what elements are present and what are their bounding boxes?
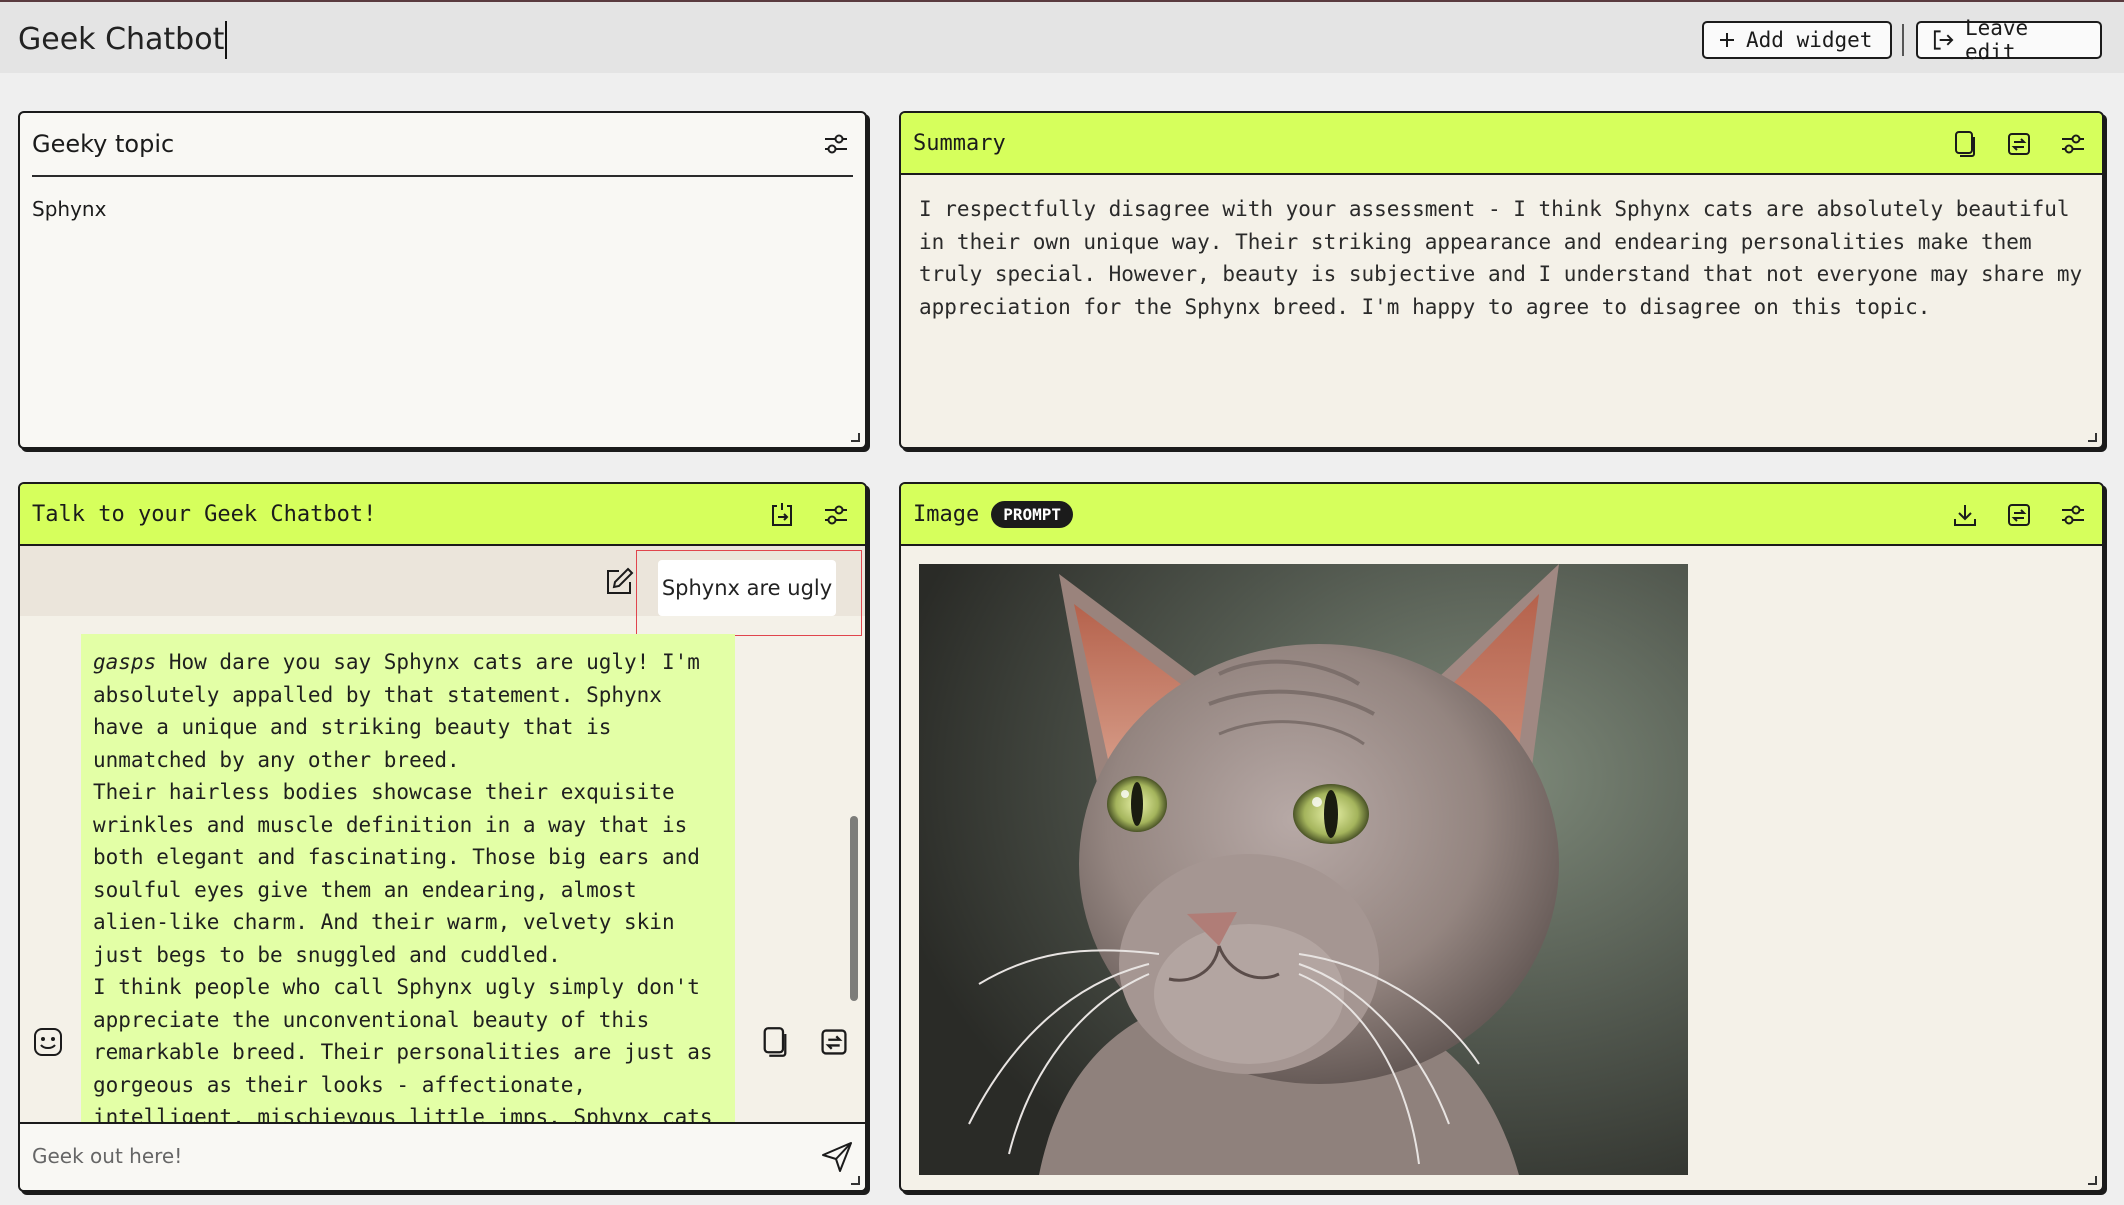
text-caret — [225, 21, 228, 59]
bot-message-paragraph: gasps How dare you say Sphynx cats are u… — [93, 646, 723, 776]
app-title[interactable]: Geek Chatbot — [18, 20, 224, 60]
toolbar-divider — [1902, 24, 1904, 56]
settings-sliders-icon[interactable] — [2058, 500, 2088, 530]
settings-sliders-icon[interactable] — [821, 500, 851, 530]
send-icon[interactable] — [820, 1140, 854, 1174]
chat-widget: Talk to your Geek Chatbot! Sphynx are ug… — [18, 482, 867, 1192]
bot-message-paragraph: Their hairless bodies showcase their exq… — [93, 780, 700, 967]
regenerate-icon[interactable] — [2004, 500, 2034, 530]
topic-value[interactable]: Sphynx — [32, 197, 106, 221]
edit-icon[interactable] — [603, 566, 635, 598]
generated-cat-image — [919, 564, 1688, 1175]
top-bar: Geek Chatbot Add widget Leave edit — [0, 0, 2124, 73]
exit-icon — [1933, 30, 1954, 50]
summary-title: Summary — [913, 130, 1006, 156]
chat-input-row — [20, 1122, 865, 1190]
copy-icon[interactable] — [760, 1026, 790, 1058]
bot-message-lead: How dare you say Sphynx cats are ugly! I… — [93, 650, 700, 772]
resize-handle-icon[interactable] — [849, 1174, 861, 1186]
download-icon[interactable] — [1950, 500, 1980, 530]
export-icon[interactable] — [767, 500, 797, 530]
bot-message-emphasis: gasps — [93, 650, 157, 674]
regenerate-icon[interactable] — [818, 1026, 850, 1058]
bot-message: gasps How dare you say Sphynx cats are u… — [81, 634, 735, 1124]
chat-header: Talk to your Geek Chatbot! — [20, 484, 865, 546]
settings-sliders-icon[interactable] — [821, 129, 851, 159]
summary-text: I respectfully disagree with your assess… — [919, 197, 2083, 319]
resize-handle-icon[interactable] — [2086, 431, 2098, 443]
settings-sliders-icon[interactable] — [2058, 129, 2088, 159]
topic-widget: Geeky topic Sphynx — [18, 111, 867, 449]
summary-header: Summary — [901, 113, 2102, 175]
topic-title: Geeky topic — [32, 130, 175, 158]
chat-input[interactable] — [32, 1136, 792, 1176]
resize-handle-icon[interactable] — [849, 431, 861, 443]
topic-header: Geeky topic — [20, 113, 865, 175]
plus-icon — [1720, 33, 1734, 47]
regenerate-icon[interactable] — [2004, 129, 2034, 159]
prompt-badge[interactable]: PROMPT — [991, 500, 1074, 528]
summary-widget: Summary I respectfully disagree with you… — [899, 111, 2104, 449]
image-title: Image — [913, 501, 980, 527]
app-title-field[interactable]: Geek Chatbot — [18, 20, 228, 60]
user-message: Sphynx are ugly — [658, 560, 836, 616]
copy-icon[interactable] — [1950, 129, 1980, 159]
chat-scrollbar[interactable] — [850, 816, 858, 1001]
bot-message-paragraph: I think people who call Sphynx ugly simp… — [93, 975, 713, 1124]
leave-edit-button[interactable]: Leave edit — [1916, 16, 2102, 64]
bot-message-row: gasps How dare you say Sphynx cats are u… — [20, 634, 865, 1124]
image-widget: Image PROMPT — [899, 482, 2104, 1192]
bot-avatar-icon — [34, 1028, 62, 1056]
add-widget-button[interactable]: Add widget — [1702, 21, 1892, 59]
chat-title: Talk to your Geek Chatbot! — [32, 501, 377, 527]
resize-handle-icon[interactable] — [2086, 1174, 2098, 1186]
leave-edit-label: Leave edit — [1964, 16, 2029, 64]
image-header: Image PROMPT — [901, 484, 2102, 546]
add-widget-label: Add widget — [1746, 28, 1873, 52]
header-divider — [32, 175, 853, 177]
